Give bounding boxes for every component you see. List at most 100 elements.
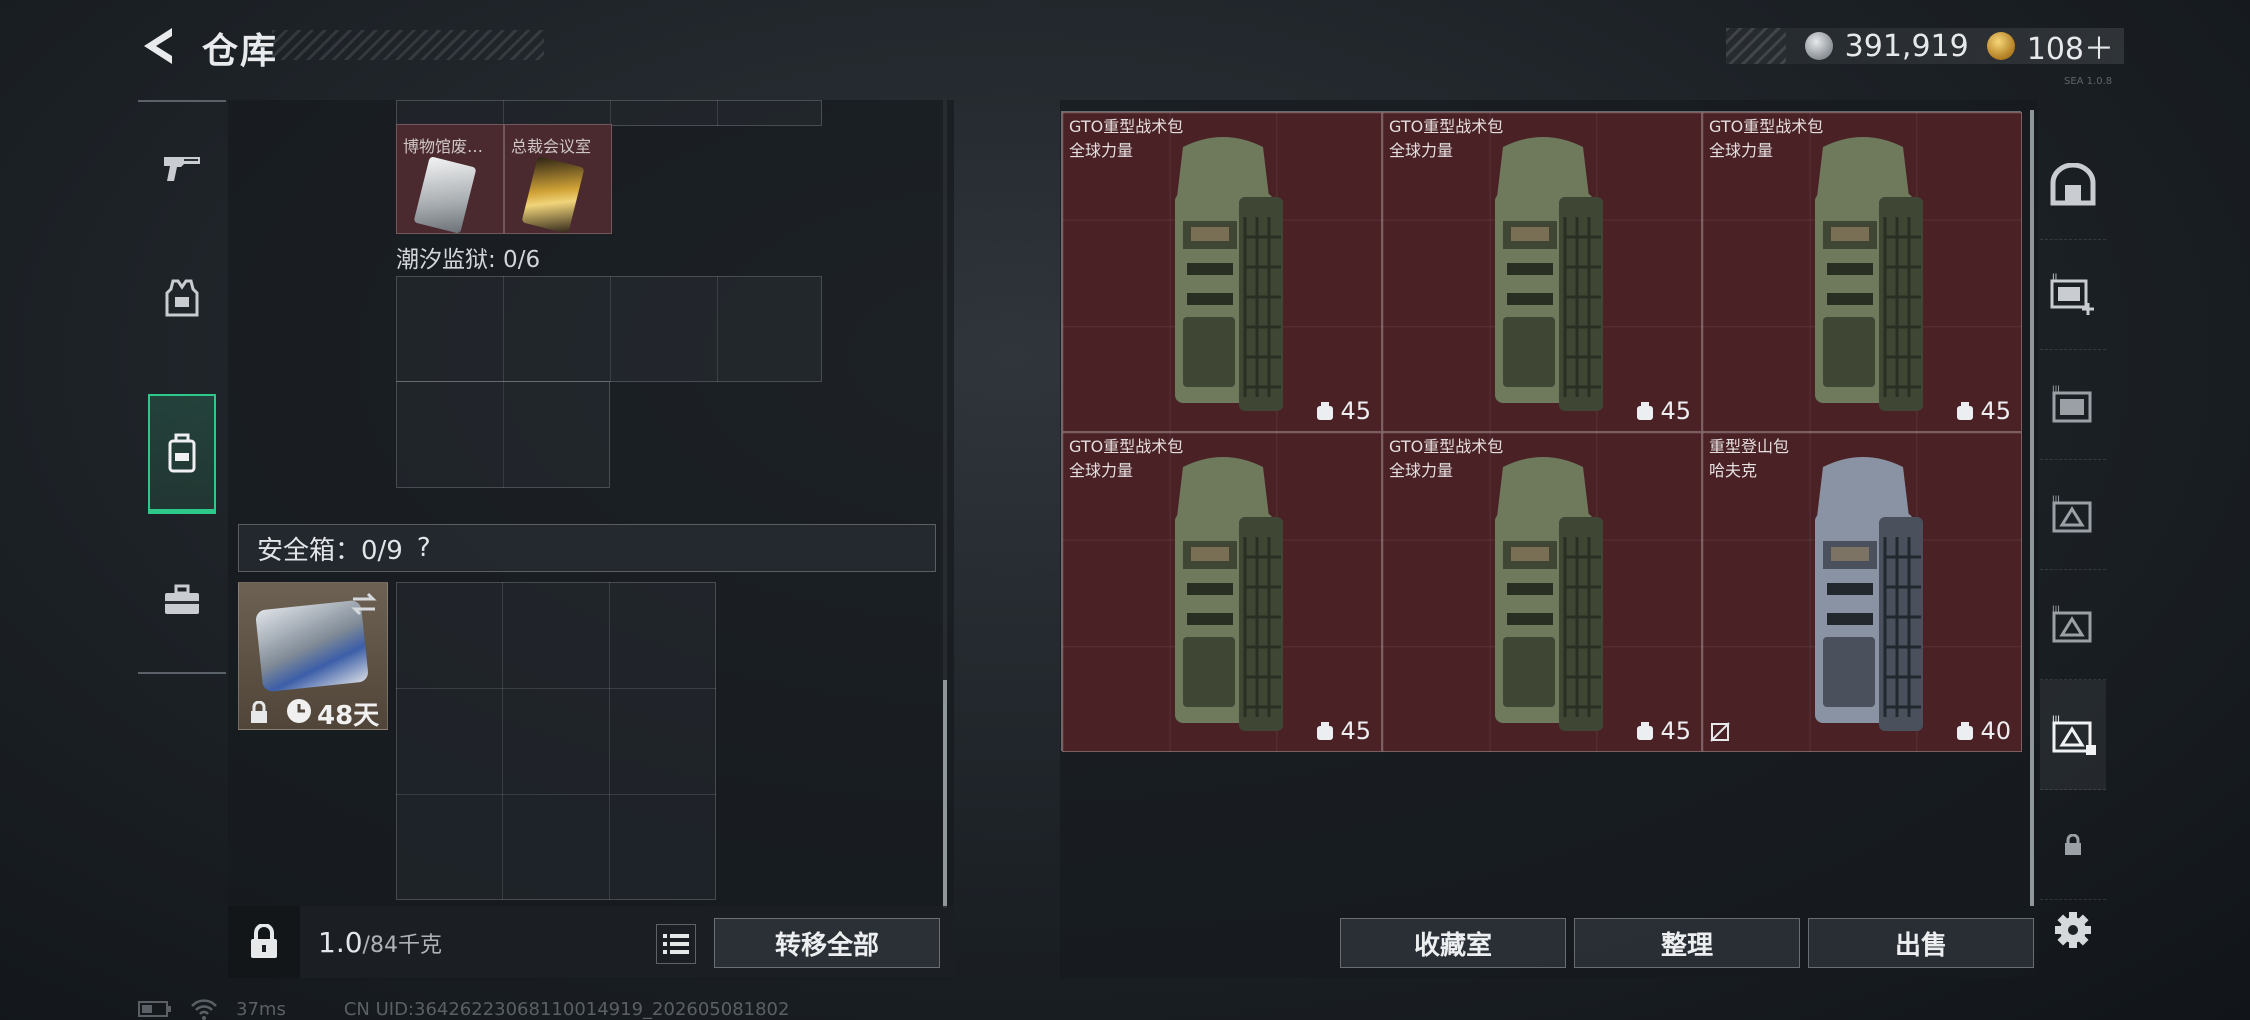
back-arrow-icon[interactable]: [138, 24, 178, 68]
item-name: 重型登山包: [1709, 437, 1790, 456]
key-card-boardroom[interactable]: 总裁会议室: [504, 124, 612, 234]
safe-icon: [2050, 162, 2096, 205]
item-brand: 全球力量: [1069, 141, 1134, 160]
currency-bar: 391,919 108＋: [1726, 28, 2124, 67]
no-trade-icon: [1710, 722, 1730, 742]
vest-icon: [165, 279, 199, 317]
safebox-header: 安全箱：0/9 ?: [238, 524, 936, 572]
backpack-image: [1175, 457, 1283, 731]
item-brand: 全球力量: [1709, 141, 1774, 160]
capacity-value: 45: [1660, 397, 1691, 425]
wifi-icon: [191, 999, 217, 1020]
transfer-all-button[interactable]: 转移全部: [714, 918, 940, 968]
svg-text:III: III: [2052, 495, 2060, 505]
nav-stash-5[interactable]: III: [2040, 570, 2106, 680]
nav-locked-tab[interactable]: [2040, 790, 2106, 900]
nav-armor[interactable]: [148, 238, 216, 358]
nav-settings[interactable]: [2040, 900, 2106, 960]
nav-stash-add[interactable]: II: [2040, 240, 2106, 350]
silver-balance: 391,919: [1844, 28, 1969, 64]
nav-safe[interactable]: [2040, 130, 2106, 240]
svg-text:III: III: [2052, 605, 2060, 615]
item-brand: 全球力量: [1389, 461, 1454, 480]
safebox-slots[interactable]: [396, 582, 716, 900]
silver-coin-icon: [1804, 32, 1833, 60]
briefcase-icon: [165, 584, 199, 614]
capacity-value: 40: [1980, 717, 2011, 745]
stash-scrollbar[interactable]: [2030, 110, 2034, 906]
safebox-item[interactable]: 48天: [238, 582, 388, 731]
version-label: SEA 1.0.8: [2064, 76, 2113, 87]
stash-item[interactable]: GTO重型战术包 全球力量 45: [1382, 432, 1702, 752]
backpack-icon: [168, 433, 196, 472]
safebox-days: 48天: [317, 701, 380, 731]
stash-add-icon: II: [2050, 273, 2094, 315]
nav-backpack[interactable]: [148, 394, 216, 514]
stash-tab-6-icon: III: [2052, 715, 2096, 755]
list-icon: [663, 934, 689, 954]
container-scroll-thumb[interactable]: [943, 680, 947, 908]
help-icon[interactable]: ?: [417, 533, 431, 563]
capacity-label: 45: [1956, 397, 2011, 425]
partial-slot-row: [396, 100, 822, 126]
keycard-image: [413, 156, 477, 233]
nav-stash-4[interactable]: III: [2040, 460, 2106, 570]
battery-icon: [138, 1001, 171, 1017]
stash-tab-3-icon: III: [2052, 385, 2092, 422]
settings-gear-icon: [2055, 912, 2091, 948]
backpack-image: [1815, 137, 1923, 411]
backpack-capacity-icon: [1637, 722, 1654, 740]
keycard-image: [521, 156, 585, 233]
right-stash-nav: II III III III III: [2040, 130, 2106, 950]
backpack-image: [1175, 137, 1283, 411]
stash-item[interactable]: GTO重型战术包 全球力量 45: [1702, 112, 2022, 432]
stash-tab-5-icon: III: [2052, 605, 2092, 642]
capacity-value: 45: [1660, 717, 1691, 745]
gold-balance[interactable]: 108＋: [2027, 24, 2114, 68]
key-card-museum[interactable]: 博物馆废…: [396, 124, 504, 234]
stash-item[interactable]: GTO重型战术包 全球力量 45: [1062, 432, 1382, 752]
stash-item[interactable]: GTO重型战术包 全球力量 45: [1062, 112, 1382, 432]
item-brand: 哈夫克: [1709, 461, 1758, 480]
page-title: 仓库: [202, 31, 279, 72]
prison-slot-row-1[interactable]: [396, 276, 822, 382]
stash-item[interactable]: 重型登山包哈夫克 40: [1702, 432, 2022, 752]
capacity-label: 40: [1956, 717, 2011, 745]
backpack-capacity-icon: [1957, 722, 1974, 740]
lock-icon: [251, 924, 277, 958]
prison-slot-row-2[interactable]: [396, 381, 610, 488]
sell-button[interactable]: 出售: [1808, 918, 2034, 968]
stash-item[interactable]: GTO重型战术包 全球力量 45: [1382, 112, 1702, 432]
nav-stash-6[interactable]: III: [2040, 680, 2106, 790]
swap-icon[interactable]: [349, 591, 379, 617]
status-bar: 37ms CN UID:3642622306811001491​9_202605…: [138, 998, 789, 1020]
weight-lock-button[interactable]: [228, 906, 300, 978]
svg-text:III: III: [2052, 385, 2060, 395]
capacity-label: 45: [1316, 397, 1371, 425]
capacity-value: 45: [1340, 397, 1371, 425]
weight-bar: 1.0/84千克 转移全部: [228, 906, 954, 978]
lock-icon: [2065, 833, 2081, 855]
nav-briefcase[interactable]: [148, 540, 216, 660]
backpack-capacity-icon: [1637, 402, 1654, 420]
list-view-button[interactable]: [656, 924, 696, 964]
capacity-label: 45: [1636, 717, 1691, 745]
backpack-image: [1495, 137, 1603, 411]
gold-coin-icon: [1986, 32, 2015, 60]
backpack-capacity-icon: [1957, 402, 1974, 420]
lock-icon: [251, 701, 267, 723]
backpack-capacity-icon: [1317, 402, 1334, 420]
capacity-value: 45: [1980, 397, 2011, 425]
backpack-capacity-icon: [1317, 722, 1334, 740]
nav-stash-3[interactable]: III: [2040, 350, 2106, 460]
clock-icon: [287, 699, 311, 723]
uid-label: CN UID:3642622306811001491​9_20260508180…: [343, 998, 790, 1020]
backpack-image: [1815, 457, 1923, 731]
capacity-value: 45: [1340, 717, 1371, 745]
nav-weapons[interactable]: [148, 108, 216, 228]
organize-button[interactable]: 整理: [1574, 918, 1800, 968]
backpack-image: [1495, 457, 1603, 731]
collection-room-button[interactable]: 收藏室: [1340, 918, 1566, 968]
title-decoration: [272, 30, 544, 60]
stash-tab-4-icon: III: [2052, 495, 2092, 532]
